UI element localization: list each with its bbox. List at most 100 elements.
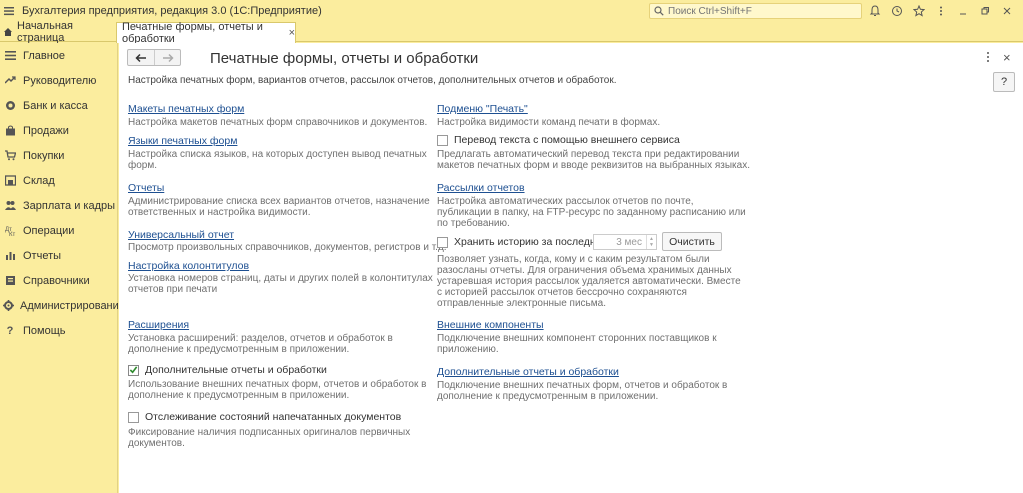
bell-icon[interactable] <box>864 0 886 22</box>
checkbox-track-printed[interactable]: Отслеживание состояний напечатанных доку… <box>128 411 401 423</box>
tab-home-label: Начальная страница <box>17 20 73 44</box>
coins-icon <box>3 99 17 113</box>
checkbox-label: Перевод текста с помощью внешнего сервис… <box>454 134 680 146</box>
sidebar: Главное Руководителю Банк и касса Продаж… <box>0 43 125 493</box>
desc-extensions-2: дополнение к предусмотренным в приложени… <box>128 344 350 355</box>
sidebar-item-warehouse[interactable]: Склад <box>0 168 117 193</box>
sidebar-item-manager[interactable]: Руководителю <box>0 68 117 93</box>
sidebar-item-sales[interactable]: Продажи <box>0 118 117 143</box>
link-print-templates[interactable]: Макеты печатных форм <box>128 103 244 115</box>
sidebar-item-purchases[interactable]: Покупки <box>0 143 117 168</box>
desc-print-submenu: Настройка видимости команд печати в форм… <box>437 117 661 128</box>
arrow-left-icon <box>135 53 146 62</box>
desc-additional-reports-2: дополнение к предусмотренным в приложени… <box>128 390 350 401</box>
desc-universal-report: Просмотр произвольных справочников, доку… <box>128 242 447 253</box>
history-icon[interactable] <box>886 0 908 22</box>
history-period-value: 3 мес <box>616 236 642 248</box>
checkbox-label: Хранить историю за последние <box>454 236 608 248</box>
checkbox-label: Отслеживание состояний напечатанных доку… <box>145 411 402 423</box>
people-icon <box>3 199 17 213</box>
svg-text:Кт: Кт <box>9 232 15 236</box>
checkbox-additional-reports[interactable]: Дополнительные отчеты и обработки <box>128 364 327 376</box>
close-form-icon[interactable]: × <box>1003 50 1011 65</box>
question-icon: ? <box>6 324 14 337</box>
sidebar-item-admin[interactable]: Администрирование <box>0 293 125 318</box>
sidebar-item-label: Администрирование <box>20 299 125 312</box>
search-icon <box>652 4 666 18</box>
title-toolbar <box>864 0 1018 22</box>
desc-mailings-3: по требованию. <box>437 218 510 229</box>
more-icon[interactable] <box>930 0 952 22</box>
link-additional-reports[interactable]: Дополнительные отчеты и обработки <box>437 366 619 378</box>
sidebar-item-label: Покупки <box>23 149 65 162</box>
desc-translation-2: макетов печатных форм и вводе реквизитов… <box>437 160 750 171</box>
warehouse-icon <box>3 174 17 188</box>
desc-external-2: приложению. <box>437 344 499 355</box>
desc-headers-footers-2: отчетов при печати <box>128 284 218 295</box>
arrow-right-icon <box>162 53 174 62</box>
checkbox-translation-service[interactable]: Перевод текста с помощью внешнего сервис… <box>437 134 680 146</box>
link-print-submenu[interactable]: Подменю "Печать" <box>437 103 528 115</box>
sidebar-item-main[interactable]: Главное <box>0 43 117 68</box>
restore-icon[interactable] <box>974 0 996 22</box>
app-menu-icon[interactable] <box>2 0 16 22</box>
trend-icon <box>3 74 17 88</box>
link-print-languages[interactable]: Языки печатных форм <box>128 135 237 147</box>
sidebar-item-label: Главное <box>23 49 66 62</box>
link-reports[interactable]: Отчеты <box>128 182 164 194</box>
sidebar-item-catalogs[interactable]: Справочники <box>0 268 117 293</box>
stepper-arrows[interactable]: ▲ ▼ <box>646 235 656 249</box>
link-external-components[interactable]: Внешние компоненты <box>437 319 544 331</box>
page-subtitle: Настройка печатных форм, вариантов отчет… <box>128 75 617 86</box>
nav-buttons <box>127 49 181 66</box>
reports-icon <box>3 249 17 263</box>
main-panel: Печатные формы, отчеты и обработки × ? Н… <box>119 43 1023 493</box>
book-icon <box>3 274 17 288</box>
desc-print-languages-1: Настройка списка языков, на которых дост… <box>128 149 427 160</box>
link-report-mailings[interactable]: Рассылки отчетов <box>437 182 525 194</box>
global-search[interactable] <box>649 3 862 19</box>
sidebar-item-salary[interactable]: Зарплата и кадры <box>0 193 117 218</box>
chevron-down-icon[interactable]: ▼ <box>649 242 654 248</box>
bag-icon <box>3 124 17 138</box>
link-extensions[interactable]: Расширения <box>128 319 189 331</box>
checkbox-box[interactable] <box>437 134 448 146</box>
search-input[interactable] <box>668 5 858 17</box>
link-headers-footers[interactable]: Настройка колонтитулов <box>128 260 249 272</box>
sidebar-item-bank[interactable]: Банк и касса <box>0 93 117 118</box>
sidebar-item-help[interactable]: ? Помощь <box>0 318 117 343</box>
link-universal-report[interactable]: Универсальный отчет <box>128 229 234 241</box>
minimize-icon[interactable] <box>952 0 974 22</box>
more-actions-icon[interactable] <box>983 51 993 63</box>
sidebar-item-operations[interactable]: Дт Кт Операции <box>0 218 117 243</box>
tab-close-icon[interactable]: × <box>289 27 295 39</box>
checkbox-label: Дополнительные отчеты и обработки <box>145 364 327 376</box>
sidebar-item-label: Склад <box>23 174 55 187</box>
checkbox-box[interactable] <box>437 236 448 248</box>
close-window-icon[interactable] <box>996 0 1018 22</box>
cart-icon <box>3 149 17 163</box>
checkbox-box[interactable] <box>128 364 139 376</box>
star-icon[interactable] <box>908 0 930 22</box>
sidebar-item-reports[interactable]: Отчеты <box>0 243 117 268</box>
app-title: Бухгалтерия предприятия, редакция 3.0 (1… <box>22 5 322 17</box>
desc-print-languages-2: форм. <box>128 160 158 171</box>
tab-print-forms[interactable]: Печатные формы, отчеты и обработки × <box>116 21 296 45</box>
history-period-stepper[interactable]: 3 мес ▲ ▼ <box>593 234 657 250</box>
tab-active-label: Печатные формы, отчеты и обработки <box>122 21 263 45</box>
help-button[interactable]: ? <box>993 72 1015 92</box>
checkbox-box[interactable] <box>128 411 139 423</box>
forward-button[interactable] <box>154 50 180 65</box>
check-icon <box>129 366 138 374</box>
gear-icon <box>3 299 14 313</box>
checkbox-keep-history[interactable]: Хранить историю за последние <box>437 236 607 248</box>
desc-print-templates: Настройка макетов печатных форм справочн… <box>128 117 428 128</box>
sidebar-item-label: Банк и касса <box>23 99 88 112</box>
tab-home[interactable]: Начальная страница <box>0 20 116 44</box>
operations-icon: Дт Кт <box>3 224 17 238</box>
sidebar-item-label: Зарплата и кадры <box>23 199 116 212</box>
sidebar-item-label: Отчеты <box>23 249 62 262</box>
back-button[interactable] <box>128 50 154 65</box>
page-title: Печатные формы, отчеты и обработки <box>210 50 479 67</box>
clear-history-button[interactable]: Очистить <box>662 232 722 251</box>
